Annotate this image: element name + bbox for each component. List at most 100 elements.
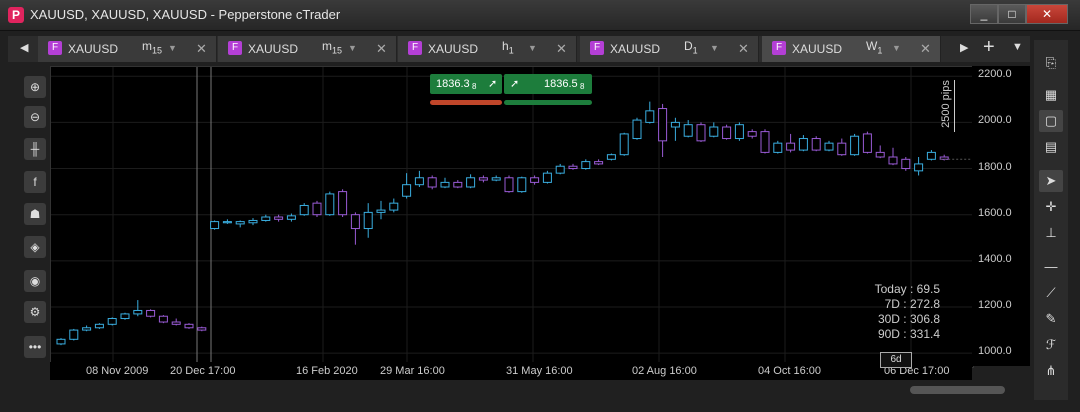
chart-tab[interactable]: F XAUUSD D1 ▼ ✕ [580, 36, 759, 62]
sell-price-pipette: 8 [472, 82, 477, 91]
timeframe-dropdown-icon[interactable]: ▼ [168, 43, 177, 53]
screenshot-icon[interactable]: ⎘ [1039, 52, 1063, 74]
timeframe-dropdown-icon[interactable]: ▼ [348, 43, 357, 53]
more-icon[interactable]: ••• [24, 336, 46, 358]
candle-body [491, 177, 501, 181]
single-layout-icon[interactable]: ▢ [1039, 110, 1063, 132]
facebook-icon[interactable]: f [24, 171, 46, 193]
tab-menu-button[interactable]: ▼ [1012, 41, 1023, 53]
close-tab-icon[interactable]: ✕ [376, 41, 387, 57]
crosshair-icon[interactable]: ✛ [1039, 196, 1063, 218]
pitchfork-icon[interactable]: ⋔ [1039, 360, 1063, 382]
candle-body [734, 124, 744, 140]
candle-body [82, 327, 92, 331]
candle-body [94, 323, 104, 329]
maximize-button[interactable]: □ [998, 4, 1026, 24]
horizontal-line-icon[interactable]: — [1039, 256, 1063, 278]
candle [747, 129, 757, 139]
candlestick-chart[interactable] [51, 67, 973, 367]
pips-label: 2500 pips [939, 80, 952, 128]
tab-timeframe[interactable]: h1 [502, 39, 514, 55]
candle [555, 163, 565, 175]
candle-body [632, 119, 642, 140]
tab-symbol: XAUUSD [792, 42, 843, 56]
candle-body [504, 177, 514, 193]
add-tab-button[interactable]: + [983, 36, 995, 59]
chart-settings-icon[interactable]: ⚙ [24, 301, 46, 323]
zoom-in-icon[interactable]: ⊕ [24, 76, 46, 98]
candle-body [158, 315, 168, 323]
candle [850, 133, 860, 156]
close-tab-icon[interactable]: ✕ [738, 41, 749, 57]
time-axis[interactable]: 08 Nov 2009 20 Dec 17:00 16 Feb 2020 29 Mar… [50, 362, 972, 380]
candle [107, 317, 117, 326]
tab-timeframe[interactable]: W1 [866, 39, 882, 55]
candle-body [875, 151, 885, 158]
candle [530, 175, 540, 185]
chart-tab[interactable]: F XAUUSD W1 ▼ ✕ [762, 36, 941, 62]
candle-body [171, 321, 181, 325]
crosshair-alt-icon[interactable]: ⊥ [1039, 222, 1063, 244]
zoom-out-icon[interactable]: ⊖ [24, 106, 46, 128]
candle [734, 122, 744, 141]
tab-scroll-right-button[interactable]: ▶ [960, 41, 968, 54]
stat-row: Today : 69.5 [874, 282, 940, 296]
candle [158, 315, 168, 324]
stat-row: 7D : 272.8 [884, 297, 940, 311]
tab-timeframe[interactable]: m15 [142, 39, 162, 55]
candle-body [197, 327, 207, 331]
minimize-button[interactable]: _ [970, 4, 998, 24]
tab-timeframe[interactable]: D1 [684, 39, 698, 55]
sell-price-button[interactable]: 1836.3 8 ➚ [430, 74, 502, 94]
cursor-icon[interactable]: ➤ [1039, 170, 1063, 192]
instrument-icon: F [48, 41, 62, 55]
eye-icon[interactable]: ◉ [24, 270, 46, 292]
candle [146, 309, 156, 318]
candle-body [466, 177, 476, 188]
candle [824, 140, 834, 152]
fibonacci-icon[interactable]: ℱ [1039, 334, 1063, 356]
candle-body [645, 110, 655, 123]
buy-price-button[interactable]: ➚ 1836.5 8 [504, 74, 592, 94]
stat-value: 331.4 [909, 327, 940, 341]
candle [466, 174, 476, 189]
candle-body [414, 177, 424, 186]
grid-layout-icon[interactable]: ▦ [1039, 84, 1063, 106]
close-button[interactable]: ✕ [1026, 4, 1068, 24]
chart-scrollbar[interactable] [910, 386, 1005, 394]
close-tab-icon[interactable]: ✕ [556, 41, 567, 57]
tab-scroll-left-button[interactable]: ◀ [20, 41, 28, 54]
pencil-icon[interactable]: ✎ [1039, 308, 1063, 330]
candle-body [299, 204, 309, 216]
chart-tab[interactable]: F XAUUSD m15 ▼ ✕ [218, 36, 397, 62]
candle-body [248, 219, 258, 224]
robot-icon[interactable]: ☗ [24, 203, 46, 225]
price-axis[interactable]: 2200.0 2000.0 1800.0 1600.0 1400.0 1200.0 1000… [972, 66, 1030, 366]
timeframe-dropdown-icon[interactable]: ▼ [528, 43, 537, 53]
chart-area[interactable] [50, 66, 974, 368]
candle [274, 214, 284, 222]
candlestick-icon[interactable]: ╫ [24, 138, 46, 160]
chart-tab[interactable]: F XAUUSD h1 ▼ ✕ [398, 36, 577, 62]
trend-line-icon[interactable]: ⟋ [1039, 282, 1063, 304]
price-tick-label: 1800.0 [978, 160, 1012, 173]
candle-body [235, 221, 245, 225]
tab-timeframe[interactable]: m15 [322, 39, 342, 55]
candle-body [709, 126, 719, 137]
stat-row: 90D : 331.4 [877, 327, 940, 341]
candle [888, 147, 898, 166]
chart-tab[interactable]: F XAUUSD m15 ▼ ✕ [38, 36, 217, 62]
timeframe-dropdown-icon[interactable]: ▼ [892, 43, 901, 53]
candle-body [363, 211, 373, 230]
timeframe-dropdown-icon[interactable]: ▼ [710, 43, 719, 53]
split-layout-icon[interactable]: ▤ [1039, 136, 1063, 158]
candle [594, 159, 604, 166]
candle [491, 175, 501, 182]
candle-body [606, 154, 616, 160]
pips-ruler: 2500 pips [940, 80, 960, 132]
layers-icon[interactable]: ◈ [24, 236, 46, 258]
candle-body [798, 138, 808, 151]
candle [402, 173, 412, 199]
close-tab-icon[interactable]: ✕ [196, 41, 207, 57]
close-tab-icon[interactable]: ✕ [920, 41, 931, 57]
